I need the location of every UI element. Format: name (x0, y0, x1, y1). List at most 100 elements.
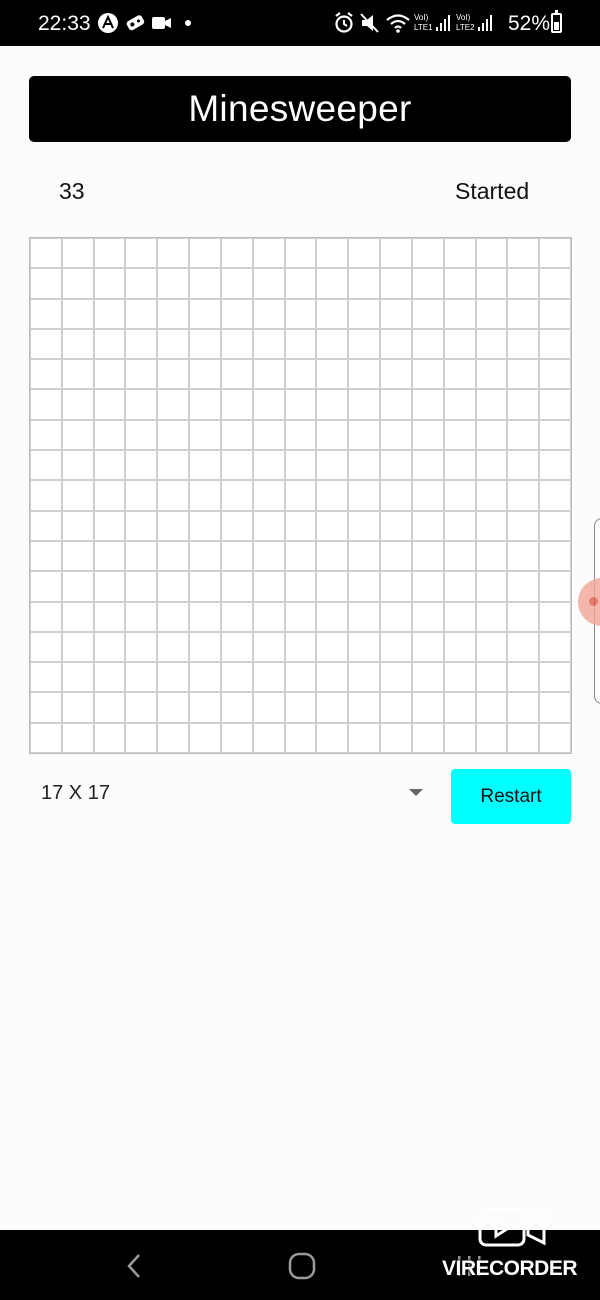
board-cell[interactable] (157, 238, 190, 269)
board-cell[interactable] (443, 419, 476, 451)
board-cell[interactable] (93, 480, 126, 511)
board-cell[interactable] (284, 328, 317, 360)
board-cell[interactable] (348, 571, 381, 602)
board-cell[interactable] (539, 510, 571, 541)
board-cell[interactable] (411, 631, 444, 663)
board-cell[interactable] (220, 480, 253, 511)
board-cell[interactable] (30, 359, 62, 390)
board-cell[interactable] (157, 359, 190, 390)
board-cell[interactable] (157, 631, 190, 663)
board-cell[interactable] (252, 328, 285, 360)
board-cell[interactable] (316, 328, 349, 360)
board-cell[interactable] (189, 450, 221, 481)
board-cell[interactable] (348, 631, 381, 663)
board-cell[interactable] (316, 722, 349, 753)
board-cell[interactable] (348, 328, 381, 360)
board-cell[interactable] (125, 450, 158, 481)
board-cell[interactable] (30, 389, 62, 420)
board-cell[interactable] (61, 631, 94, 663)
home-icon[interactable] (288, 1252, 316, 1280)
board-cell[interactable] (125, 571, 158, 602)
board-cell[interactable] (30, 571, 62, 602)
board-cell[interactable] (475, 510, 508, 541)
board-cell[interactable] (125, 480, 158, 511)
board-cell[interactable] (411, 480, 444, 511)
board-cell[interactable] (411, 359, 444, 390)
board-cell[interactable] (380, 238, 412, 269)
screen-recorder-bubble-icon[interactable] (578, 578, 600, 626)
board-cell[interactable] (125, 631, 158, 663)
board-cell[interactable] (475, 450, 508, 481)
board-cell[interactable] (220, 419, 253, 451)
board-cell[interactable] (284, 692, 317, 723)
board-cell[interactable] (30, 601, 62, 632)
board-cell[interactable] (380, 298, 412, 329)
board-cell[interactable] (348, 389, 381, 420)
board-cell[interactable] (93, 601, 126, 632)
board-cell[interactable] (316, 238, 349, 269)
board-cell[interactable] (189, 692, 221, 723)
board-cell[interactable] (348, 692, 381, 723)
board-cell[interactable] (380, 480, 412, 511)
board-cell[interactable] (443, 662, 476, 693)
board-cell[interactable] (507, 450, 540, 481)
board-cell[interactable] (252, 359, 285, 390)
board-cell[interactable] (411, 540, 444, 572)
board-cell[interactable] (61, 480, 94, 511)
board-cell[interactable] (189, 722, 221, 753)
board-cell[interactable] (93, 238, 126, 269)
board-cell[interactable] (539, 571, 571, 602)
board-cell[interactable] (30, 631, 62, 663)
board-cell[interactable] (380, 419, 412, 451)
board-cell[interactable] (348, 268, 381, 299)
board-cell[interactable] (316, 662, 349, 693)
board-cell[interactable] (539, 692, 571, 723)
board-cell[interactable] (220, 540, 253, 572)
board-cell[interactable] (411, 238, 444, 269)
board-cell[interactable] (61, 692, 94, 723)
board-cell[interactable] (30, 268, 62, 299)
board-cell[interactable] (507, 692, 540, 723)
board-cell[interactable] (380, 328, 412, 360)
board-cell[interactable] (30, 510, 62, 541)
board-cell[interactable] (30, 298, 62, 329)
board-cell[interactable] (411, 571, 444, 602)
board-cell[interactable] (61, 328, 94, 360)
board-cell[interactable] (443, 389, 476, 420)
board-cell[interactable] (411, 419, 444, 451)
board-cell[interactable] (284, 722, 317, 753)
board-cell[interactable] (252, 692, 285, 723)
board-cell[interactable] (220, 238, 253, 269)
board-cell[interactable] (252, 510, 285, 541)
board-cell[interactable] (507, 359, 540, 390)
board-cell[interactable] (93, 510, 126, 541)
board-cell[interactable] (61, 268, 94, 299)
board-cell[interactable] (284, 480, 317, 511)
board-cell[interactable] (475, 238, 508, 269)
board-cell[interactable] (157, 389, 190, 420)
board-cell[interactable] (220, 359, 253, 390)
board-cell[interactable] (475, 298, 508, 329)
board-cell[interactable] (443, 238, 476, 269)
board-cell[interactable] (30, 419, 62, 451)
board-cell[interactable] (443, 268, 476, 299)
board-cell[interactable] (475, 480, 508, 511)
board-cell[interactable] (93, 692, 126, 723)
board-cell[interactable] (157, 510, 190, 541)
board-cell[interactable] (475, 571, 508, 602)
board-cell[interactable] (93, 662, 126, 693)
board-cell[interactable] (539, 419, 571, 451)
board-cell[interactable] (61, 238, 94, 269)
board-cell[interactable] (61, 662, 94, 693)
board-cell[interactable] (380, 540, 412, 572)
board-cell[interactable] (348, 238, 381, 269)
board-cell[interactable] (252, 571, 285, 602)
board-cell[interactable] (443, 480, 476, 511)
board-cell[interactable] (157, 662, 190, 693)
board-cell[interactable] (411, 268, 444, 299)
board-cell[interactable] (316, 419, 349, 451)
board-cell[interactable] (252, 540, 285, 572)
board-cell[interactable] (348, 662, 381, 693)
board-cell[interactable] (284, 510, 317, 541)
board-cell[interactable] (539, 328, 571, 360)
